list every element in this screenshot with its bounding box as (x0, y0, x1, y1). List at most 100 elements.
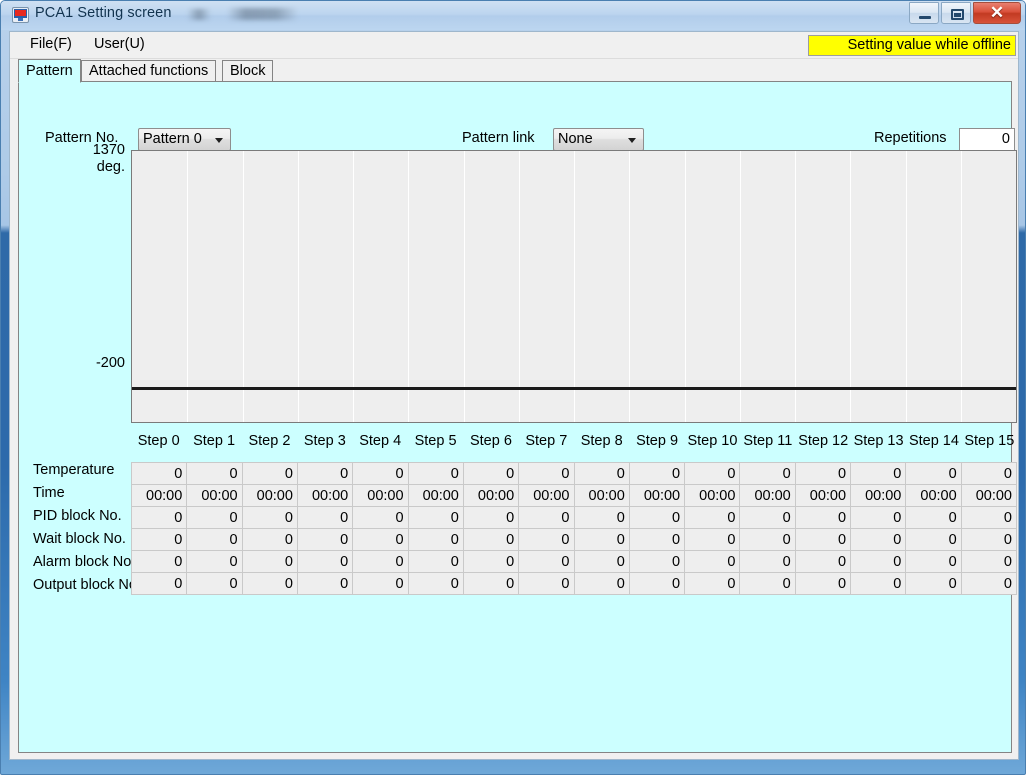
grid-cell[interactable]: 00:00 (518, 484, 575, 507)
grid-cell[interactable]: 00:00 (960, 484, 1017, 507)
grid-cell[interactable]: 0 (352, 572, 409, 595)
grid-cell[interactable]: 0 (296, 572, 354, 595)
grid-cell[interactable]: 0 (462, 572, 520, 595)
menu-file[interactable]: File(F) (30, 36, 72, 52)
grid-cell[interactable]: 0 (352, 506, 409, 529)
grid-cell[interactable]: 0 (628, 550, 686, 573)
grid-cell[interactable]: 0 (960, 506, 1017, 529)
tab-attached-functions[interactable]: Attached functions (81, 60, 217, 82)
grid-cell[interactable]: 0 (628, 528, 686, 551)
grid-cell[interactable]: 0 (850, 528, 907, 551)
grid-cell[interactable]: 0 (794, 528, 852, 551)
grid-cell[interactable]: 0 (296, 506, 354, 529)
grid-cell[interactable]: 0 (518, 506, 575, 529)
grid-cell[interactable]: 0 (186, 550, 243, 573)
grid-cell[interactable]: 0 (186, 572, 243, 595)
grid-cell[interactable]: 0 (296, 462, 354, 485)
grid-cell[interactable]: 00:00 (462, 484, 520, 507)
grid-cell[interactable]: 0 (186, 506, 243, 529)
grid-cell[interactable]: 0 (960, 528, 1017, 551)
grid-cell[interactable]: 00:00 (407, 484, 464, 507)
grid-cell[interactable]: 00:00 (794, 484, 852, 507)
grid-cell[interactable]: 00:00 (684, 484, 741, 507)
grid-cell[interactable]: 0 (960, 462, 1017, 485)
grid-cell[interactable]: 0 (794, 506, 852, 529)
tab-block[interactable]: Block (222, 60, 274, 82)
grid-cell[interactable]: 0 (739, 572, 796, 595)
grid-cell[interactable]: 0 (905, 506, 962, 529)
close-button[interactable]: ✕ (973, 2, 1021, 24)
grid-cell[interactable]: 0 (296, 528, 354, 551)
grid-cell[interactable]: 0 (628, 572, 686, 595)
grid-cell[interactable]: 0 (518, 462, 575, 485)
grid-cell[interactable]: 0 (241, 572, 298, 595)
grid-cell[interactable]: 0 (131, 462, 188, 485)
grid-cell[interactable]: 00:00 (352, 484, 409, 507)
grid-cell[interactable]: 0 (960, 572, 1017, 595)
grid-cell[interactable]: 0 (573, 506, 630, 529)
grid-cell[interactable]: 0 (905, 462, 962, 485)
grid-cell[interactable]: 0 (462, 550, 520, 573)
grid-cell[interactable]: 0 (462, 506, 520, 529)
grid-cell[interactable]: 0 (739, 462, 796, 485)
chart-plot-area[interactable] (131, 150, 1017, 423)
grid-cell[interactable]: 0 (739, 506, 796, 529)
grid-cell[interactable]: 0 (407, 462, 464, 485)
grid-cell[interactable]: 00:00 (905, 484, 962, 507)
menu-user[interactable]: User(U) (94, 36, 145, 52)
grid-cell[interactable]: 0 (407, 550, 464, 573)
grid-cell[interactable]: 0 (131, 528, 188, 551)
grid-cell[interactable]: 00:00 (739, 484, 796, 507)
grid-cell[interactable]: 0 (628, 462, 686, 485)
grid-cell[interactable]: 0 (684, 528, 741, 551)
grid-cell[interactable]: 0 (850, 572, 907, 595)
grid-cell[interactable]: 0 (684, 572, 741, 595)
grid-cell[interactable]: 0 (739, 550, 796, 573)
grid-cell[interactable]: 0 (407, 528, 464, 551)
grid-cell[interactable]: 0 (186, 528, 243, 551)
pattern-no-select[interactable]: Pattern 0 (138, 128, 231, 151)
grid-cell[interactable]: 00:00 (573, 484, 630, 507)
maximize-button[interactable] (941, 2, 971, 24)
grid-cell[interactable]: 0 (296, 550, 354, 573)
grid-cell[interactable]: 0 (518, 550, 575, 573)
grid-cell[interactable]: 0 (462, 462, 520, 485)
grid-cell[interactable]: 00:00 (241, 484, 298, 507)
grid-cell[interactable]: 0 (131, 572, 188, 595)
grid-cell[interactable]: 00:00 (296, 484, 354, 507)
grid-cell[interactable]: 0 (684, 506, 741, 529)
grid-cell[interactable]: 00:00 (850, 484, 907, 507)
grid-cell[interactable]: 0 (352, 550, 409, 573)
grid-cell[interactable]: 0 (352, 462, 409, 485)
grid-cell[interactable]: 0 (850, 506, 907, 529)
grid-cell[interactable]: 00:00 (628, 484, 686, 507)
grid-cell[interactable]: 0 (850, 462, 907, 485)
grid-cell[interactable]: 0 (131, 506, 188, 529)
grid-cell[interactable]: 0 (794, 550, 852, 573)
grid-cell[interactable]: 0 (905, 550, 962, 573)
grid-cell[interactable]: 0 (905, 572, 962, 595)
grid-cell[interactable]: 0 (241, 550, 298, 573)
grid-cell[interactable]: 0 (241, 506, 298, 529)
repetitions-input[interactable]: 0 (959, 128, 1015, 151)
grid-cell[interactable]: 0 (462, 528, 520, 551)
grid-cell[interactable]: 0 (684, 550, 741, 573)
pattern-link-select[interactable]: None (553, 128, 644, 151)
grid-cell[interactable]: 0 (573, 550, 630, 573)
grid-cell[interactable]: 0 (850, 550, 907, 573)
grid-cell[interactable]: 0 (518, 572, 575, 595)
grid-cell[interactable]: 0 (739, 528, 796, 551)
grid-cell[interactable]: 0 (352, 528, 409, 551)
grid-cell[interactable]: 0 (241, 462, 298, 485)
grid-cell[interactable]: 0 (573, 462, 630, 485)
grid-cell[interactable]: 0 (518, 528, 575, 551)
grid-cell[interactable]: 0 (684, 462, 741, 485)
grid-cell[interactable]: 00:00 (186, 484, 243, 507)
grid-cell[interactable]: 0 (628, 506, 686, 529)
minimize-button[interactable] (909, 2, 939, 24)
grid-cell[interactable]: 0 (573, 528, 630, 551)
tab-pattern[interactable]: Pattern (18, 59, 81, 83)
grid-cell[interactable]: 0 (905, 528, 962, 551)
grid-cell[interactable]: 0 (573, 572, 630, 595)
grid-cell[interactable]: 0 (407, 506, 464, 529)
